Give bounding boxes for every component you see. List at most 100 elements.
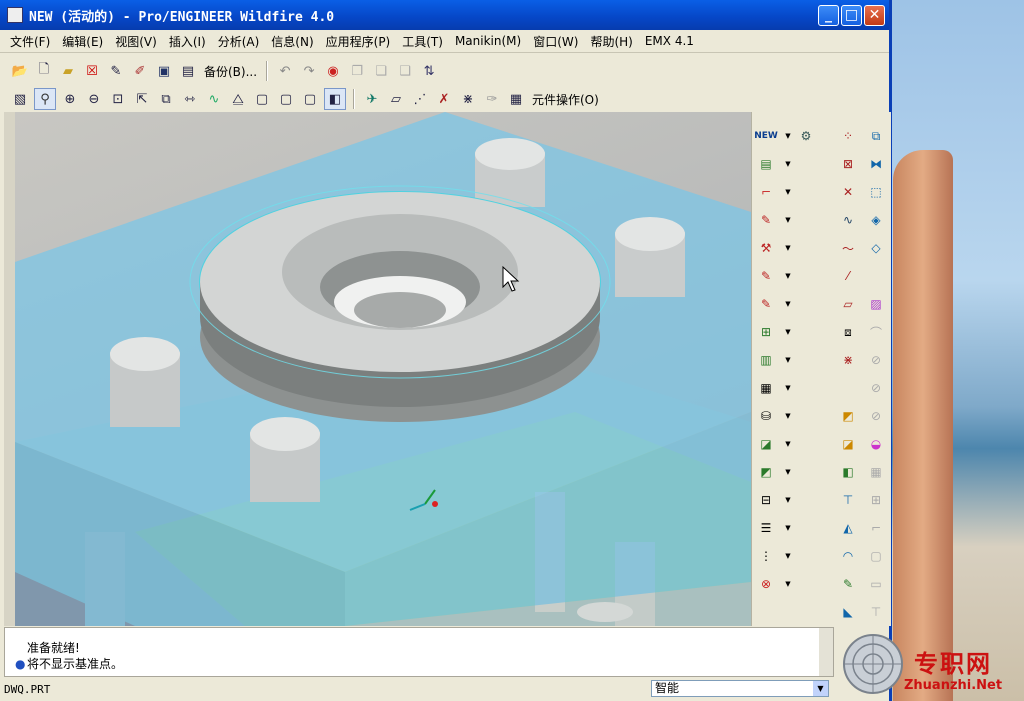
insert-icon[interactable]: ◪: [756, 434, 776, 454]
minimize-button[interactable]: _: [818, 4, 839, 26]
slider-icon[interactable]: ▥: [756, 350, 776, 370]
tweak-icon[interactable]: ⊤: [866, 602, 886, 622]
intersect-icon[interactable]: ⊘: [866, 378, 886, 398]
menu-insert[interactable]: 插入(I): [163, 33, 212, 50]
new-file-icon[interactable]: 📂: [10, 61, 30, 81]
reference-icon[interactable]: ⧈: [838, 322, 858, 342]
draft-icon[interactable]: ◣: [838, 602, 858, 622]
screw-icon[interactable]: ✎: [756, 210, 776, 230]
bom-icon[interactable]: ☰: [756, 518, 776, 538]
paste-icon[interactable]: ❏: [371, 61, 391, 81]
menu-emx[interactable]: EMX 4.1: [639, 34, 700, 48]
copy-icon[interactable]: ❐: [347, 61, 367, 81]
dropdown-arrow-icon[interactable]: ▼: [778, 462, 798, 482]
dropdown-arrow-icon[interactable]: ▼: [778, 490, 798, 510]
repaint-icon[interactable]: ▧: [10, 89, 30, 109]
copy-feature-icon[interactable]: ⧉: [866, 126, 886, 146]
datum-point-display-icon[interactable]: ✗: [434, 89, 454, 109]
lifter-icon[interactable]: ▦: [756, 378, 776, 398]
offset-point-icon[interactable]: ⊠: [838, 154, 858, 174]
group-icon[interactable]: ⊞: [866, 490, 886, 510]
menu-tools[interactable]: 工具(T): [396, 33, 449, 50]
measure-icon[interactable]: ⇿: [180, 89, 200, 109]
dropdown-arrow-icon[interactable]: ▼: [778, 294, 798, 314]
spin-center-icon[interactable]: ⚲: [34, 88, 56, 110]
analysis-curve-icon[interactable]: ∿: [204, 89, 224, 109]
brush-icon[interactable]: ✐: [130, 61, 150, 81]
open-folder-icon[interactable]: ▰: [58, 61, 78, 81]
datum-display-icon[interactable]: ✈: [362, 89, 382, 109]
trim-icon[interactable]: ◈: [866, 210, 886, 230]
project-icon[interactable]: ⊘: [866, 406, 886, 426]
chevron-down-icon[interactable]: ▼: [813, 681, 828, 696]
datum-plane-icon[interactable]: ▱: [838, 294, 858, 314]
dropdown-arrow-icon[interactable]: ▼: [778, 434, 798, 454]
assembly-icon[interactable]: ⚙: [796, 126, 816, 146]
edit-pen-icon[interactable]: ✎: [106, 61, 126, 81]
coordinate-system-display-icon[interactable]: ⋇: [458, 89, 478, 109]
sketch-icon[interactable]: ∿: [838, 210, 858, 230]
db-icon[interactable]: ⛁: [756, 406, 776, 426]
navigator-collapse-strip[interactable]: [4, 112, 15, 626]
dropdown-arrow-icon[interactable]: ▼: [778, 546, 798, 566]
sprue-icon[interactable]: ✎: [756, 294, 776, 314]
layout-icon[interactable]: ⊟: [756, 490, 776, 510]
mold-base-icon[interactable]: ▤: [756, 154, 776, 174]
layers-icon[interactable]: ⧋: [228, 89, 248, 109]
drawing-icon[interactable]: ⋮: [756, 546, 776, 566]
dropdown-arrow-icon[interactable]: ▼: [778, 378, 798, 398]
datum-point-icon[interactable]: ⁘: [838, 126, 858, 146]
menu-window[interactable]: 窗口(W): [527, 33, 584, 50]
graphics-viewport[interactable]: [15, 112, 751, 626]
dropdown-arrow-icon[interactable]: ▼: [778, 406, 798, 426]
extrude-icon[interactable]: ◩: [838, 406, 858, 426]
maximize-button[interactable]: □: [841, 4, 862, 26]
round-icon[interactable]: ⌐: [866, 518, 886, 538]
redo-icon[interactable]: ↷: [299, 61, 319, 81]
close-button[interactable]: ✕: [864, 4, 885, 26]
shading-icon[interactable]: ◧: [324, 88, 346, 110]
menu-edit[interactable]: 编辑(E): [56, 33, 109, 50]
offset-icon[interactable]: ⌒: [866, 322, 886, 342]
dropdown-arrow-icon[interactable]: ▼: [778, 126, 798, 146]
solidify-icon[interactable]: ▨: [866, 294, 886, 314]
backup-icon[interactable]: ▤: [178, 61, 198, 81]
reorder-icon[interactable]: ⇅: [419, 61, 439, 81]
wireframe-icon[interactable]: ▢: [252, 89, 272, 109]
water-line-icon[interactable]: ⊞: [756, 322, 776, 342]
pattern-icon[interactable]: ▦: [866, 462, 886, 482]
menu-info[interactable]: 信息(N): [265, 33, 319, 50]
menu-applications[interactable]: 应用程序(P): [320, 33, 397, 50]
clearance-icon[interactable]: ⊗: [756, 574, 776, 594]
hole-icon[interactable]: ◭: [838, 518, 858, 538]
blend-icon[interactable]: ⊤: [838, 490, 858, 510]
menu-analysis[interactable]: 分析(A): [212, 33, 266, 50]
backup-button[interactable]: 备份(B)...: [204, 63, 257, 80]
field-point-icon[interactable]: ✕: [838, 182, 858, 202]
zoom-in-icon[interactable]: ⊕: [60, 89, 80, 109]
saved-views-icon[interactable]: ⧉: [156, 89, 176, 109]
shell-icon[interactable]: ◠: [838, 546, 858, 566]
message-scrollbar[interactable]: [819, 628, 833, 676]
datum-plane-display-icon[interactable]: ▱: [386, 89, 406, 109]
component-ops-button[interactable]: 元件操作(O): [532, 91, 599, 108]
refit-icon[interactable]: ⊡: [108, 89, 128, 109]
undo-icon[interactable]: ↶: [275, 61, 295, 81]
dropdown-arrow-icon[interactable]: ▼: [778, 350, 798, 370]
dowel-icon[interactable]: ⚒: [756, 238, 776, 258]
dropdown-arrow-icon[interactable]: ▼: [778, 238, 798, 258]
pin-icon[interactable]: ✎: [756, 266, 776, 286]
revolve-icon[interactable]: ◪: [838, 434, 858, 454]
dropdown-arrow-icon[interactable]: ▼: [778, 322, 798, 342]
blank-doc-icon[interactable]: 🗋: [34, 61, 54, 81]
cosmetic-icon[interactable]: ▭: [866, 574, 886, 594]
component-ops-icon[interactable]: ▦: [506, 89, 526, 109]
extend-icon[interactable]: ◇: [866, 238, 886, 258]
dropdown-arrow-icon[interactable]: ▼: [778, 210, 798, 230]
datum-curve-icon[interactable]: 〜: [838, 238, 858, 258]
zoom-out-icon[interactable]: ⊖: [84, 89, 104, 109]
title-bar[interactable]: NEW (活动的) - Pro/ENGINEER Wildfire 4.0 _ …: [0, 0, 889, 30]
datum-axis-display-icon[interactable]: ⋰: [410, 89, 430, 109]
dropdown-arrow-icon[interactable]: ▼: [778, 574, 798, 594]
dropdown-arrow-icon[interactable]: ▼: [778, 518, 798, 538]
